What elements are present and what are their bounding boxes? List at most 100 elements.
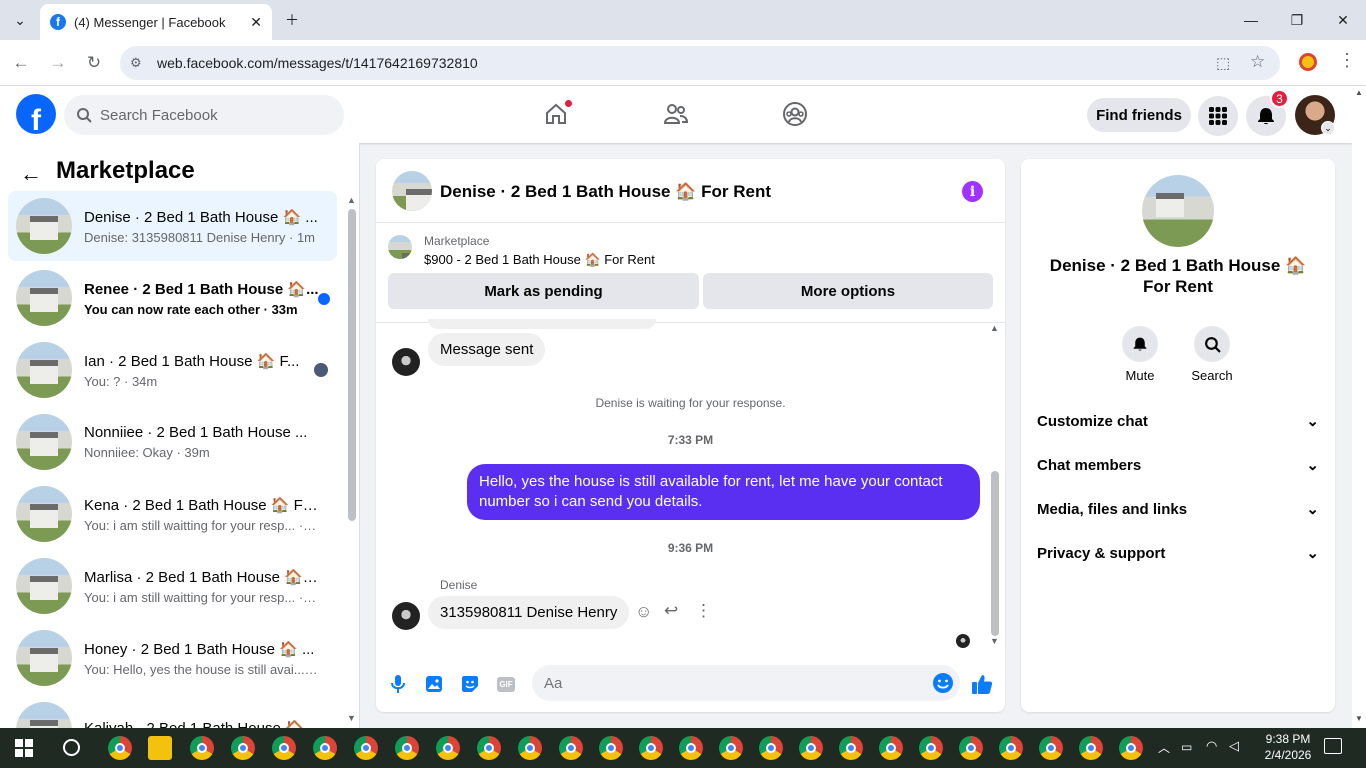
like-icon[interactable] bbox=[970, 672, 994, 696]
show-hidden-icons-icon[interactable]: ︿ bbox=[1158, 739, 1170, 756]
chrome-taskbar-icon[interactable] bbox=[879, 736, 903, 760]
windows-start-icon[interactable] bbox=[15, 739, 33, 757]
chat-scrollbar[interactable] bbox=[991, 471, 999, 636]
conversation-item[interactable]: Honey · 2 Bed 1 Bath House 🏠 ... You: He… bbox=[8, 623, 337, 693]
conversation-item[interactable]: Nonniiee · 2 Bed 1 Bath House ... Nonnii… bbox=[8, 407, 337, 477]
sticker-icon[interactable] bbox=[458, 672, 482, 696]
menu-grid-button[interactable] bbox=[1198, 96, 1238, 136]
chrome-taskbar-icon[interactable] bbox=[559, 736, 583, 760]
chrome-taskbar-icon[interactable] bbox=[1079, 736, 1103, 760]
url-field[interactable]: web.facebook.com/messages/t/141764216973… bbox=[120, 46, 1280, 80]
chrome-taskbar-icon[interactable] bbox=[354, 736, 378, 760]
bookmark-star-icon[interactable]: ☆ bbox=[1250, 52, 1265, 72]
chat-scroll-up-icon[interactable]: ▲ bbox=[990, 323, 999, 333]
conversation-item[interactable]: Kaliyah · 2 Bed 1 Bath House 🏠 ... bbox=[8, 695, 337, 728]
chrome-taskbar-icon[interactable] bbox=[599, 736, 623, 760]
chrome-taskbar-icon[interactable] bbox=[1039, 736, 1063, 760]
chrome-taskbar-icon[interactable] bbox=[1119, 736, 1143, 760]
profile-extension-icon[interactable] bbox=[1299, 53, 1317, 71]
home-icon[interactable] bbox=[542, 99, 573, 128]
scroll-up-arrow-icon[interactable]: ▲ bbox=[347, 195, 356, 205]
sidebar-scrollbar[interactable] bbox=[348, 209, 356, 521]
customize-chat-row[interactable]: Customize chat ⌄ bbox=[1037, 410, 1319, 432]
chrome-taskbar-icon[interactable] bbox=[759, 736, 783, 760]
search-action[interactable]: Search bbox=[1182, 326, 1242, 383]
reload-button[interactable]: ↻ bbox=[81, 50, 107, 76]
search-placeholder: Search Facebook bbox=[100, 106, 218, 124]
info-icon[interactable]: i bbox=[962, 181, 983, 202]
photo-icon[interactable] bbox=[422, 672, 446, 696]
file-explorer-icon[interactable] bbox=[148, 736, 172, 760]
taskbar-clock[interactable]: 9:38 PM 2/4/2026 bbox=[1258, 731, 1318, 763]
chrome-taskbar-icon[interactable] bbox=[839, 736, 863, 760]
chrome-taskbar-icon[interactable] bbox=[919, 736, 943, 760]
chrome-taskbar-icon[interactable] bbox=[436, 736, 460, 760]
mute-action[interactable]: Mute bbox=[1110, 326, 1170, 383]
minimize-button[interactable]: — bbox=[1228, 6, 1274, 34]
conversation-item[interactable]: Renee · 2 Bed 1 Bath House 🏠... You can … bbox=[8, 263, 337, 333]
account-chevron-icon[interactable]: ⌄ bbox=[1321, 121, 1335, 135]
chrome-taskbar-icon[interactable] bbox=[313, 736, 337, 760]
conversation-item[interactable]: Ian · 2 Bed 1 Bath House 🏠 F... You: ? ·… bbox=[8, 335, 337, 405]
reply-icon[interactable]: ↩ bbox=[664, 601, 678, 621]
friends-icon[interactable] bbox=[662, 100, 690, 128]
emoji-icon[interactable] bbox=[931, 671, 955, 695]
react-icon[interactable]: ☺ bbox=[635, 602, 652, 622]
facebook-search-input[interactable]: Search Facebook bbox=[64, 95, 344, 135]
listing-title[interactable]: $900 - 2 Bed 1 Bath House 🏠 For Rent bbox=[424, 252, 655, 268]
chrome-taskbar-icon[interactable] bbox=[231, 736, 255, 760]
more-options-button[interactable]: More options bbox=[703, 273, 993, 309]
mark-as-pending-button[interactable]: Mark as pending bbox=[388, 273, 699, 309]
browser-menu-icon[interactable]: ⋮ bbox=[1338, 50, 1356, 71]
groups-icon[interactable] bbox=[781, 100, 809, 128]
volume-icon[interactable]: ◁ bbox=[1229, 738, 1239, 754]
battery-icon[interactable]: ▭ bbox=[1181, 740, 1192, 754]
back-button[interactable]: ← bbox=[8, 50, 34, 76]
page-scroll-down-icon[interactable]: ▼ bbox=[1355, 714, 1363, 723]
maximize-button[interactable]: ❐ bbox=[1274, 6, 1320, 34]
site-info-icon[interactable]: ⚙ bbox=[130, 55, 142, 71]
chat-scroll-down-icon[interactable]: ▼ bbox=[990, 636, 999, 646]
privacy-support-row[interactable]: Privacy & support ⌄ bbox=[1037, 542, 1319, 564]
chrome-taskbar-icon[interactable] bbox=[518, 736, 542, 760]
browser-tab[interactable]: f (4) Messenger | Facebook ✕ bbox=[40, 4, 272, 40]
close-window-button[interactable]: ✕ bbox=[1320, 6, 1366, 34]
close-tab-icon[interactable]: ✕ bbox=[250, 14, 262, 31]
chrome-taskbar-icon[interactable] bbox=[799, 736, 823, 760]
media-files-links-row[interactable]: Media, files and links ⌄ bbox=[1037, 498, 1319, 520]
scroll-down-arrow-icon[interactable]: ▼ bbox=[347, 713, 356, 723]
more-actions-icon[interactable]: ⋮ bbox=[695, 601, 712, 621]
conversation-item[interactable]: Marlisa · 2 Bed 1 Bath House 🏠 ... You: … bbox=[8, 551, 337, 621]
back-arrow-icon[interactable]: ← bbox=[20, 161, 42, 187]
page-scroll-up-icon[interactable]: ▲ bbox=[1355, 88, 1363, 97]
chrome-taskbar-icon[interactable] bbox=[477, 736, 501, 760]
message-input[interactable] bbox=[532, 665, 960, 701]
find-friends-button[interactable]: Find friends bbox=[1087, 98, 1191, 132]
facebook-logo-icon[interactable]: f bbox=[16, 94, 56, 134]
new-tab-button[interactable]: ＋ bbox=[270, 6, 314, 34]
chat-title[interactable]: Denise · 2 Bed 1 Bath House 🏠 For Rent bbox=[440, 182, 771, 202]
wifi-icon[interactable]: ◠ bbox=[1206, 738, 1217, 754]
chrome-taskbar-icon[interactable] bbox=[108, 736, 132, 760]
gif-icon[interactable]: GIF bbox=[494, 672, 518, 696]
conversation-avatar[interactable] bbox=[1142, 175, 1214, 247]
chrome-taskbar-icon[interactable] bbox=[959, 736, 983, 760]
chat-avatar[interactable] bbox=[392, 171, 432, 211]
conversation-item[interactable]: Kena · 2 Bed 1 Bath House 🏠 Fo... You: i… bbox=[8, 479, 337, 549]
task-view-icon[interactable] bbox=[63, 739, 80, 756]
chrome-taskbar-icon[interactable] bbox=[639, 736, 663, 760]
chrome-taskbar-icon[interactable] bbox=[190, 736, 214, 760]
chat-members-row[interactable]: Chat members ⌄ bbox=[1037, 454, 1319, 476]
chrome-taskbar-icon[interactable] bbox=[999, 736, 1023, 760]
conversation-item[interactable]: Denise · 2 Bed 1 Bath House 🏠 ... Denise… bbox=[8, 191, 337, 261]
install-app-icon[interactable]: ⬚ bbox=[1216, 54, 1230, 72]
microphone-icon[interactable] bbox=[386, 672, 410, 696]
forward-button[interactable]: → bbox=[45, 50, 71, 76]
chrome-taskbar-icon[interactable] bbox=[679, 736, 703, 760]
chrome-taskbar-icon[interactable] bbox=[272, 736, 296, 760]
tab-list-button[interactable]: ⌄ bbox=[0, 6, 40, 34]
notification-center-icon[interactable] bbox=[1324, 738, 1342, 754]
chrome-taskbar-icon[interactable] bbox=[395, 736, 419, 760]
chrome-taskbar-icon[interactable] bbox=[719, 736, 743, 760]
page-scrollbar[interactable]: ▲ ▼ bbox=[1352, 86, 1366, 728]
